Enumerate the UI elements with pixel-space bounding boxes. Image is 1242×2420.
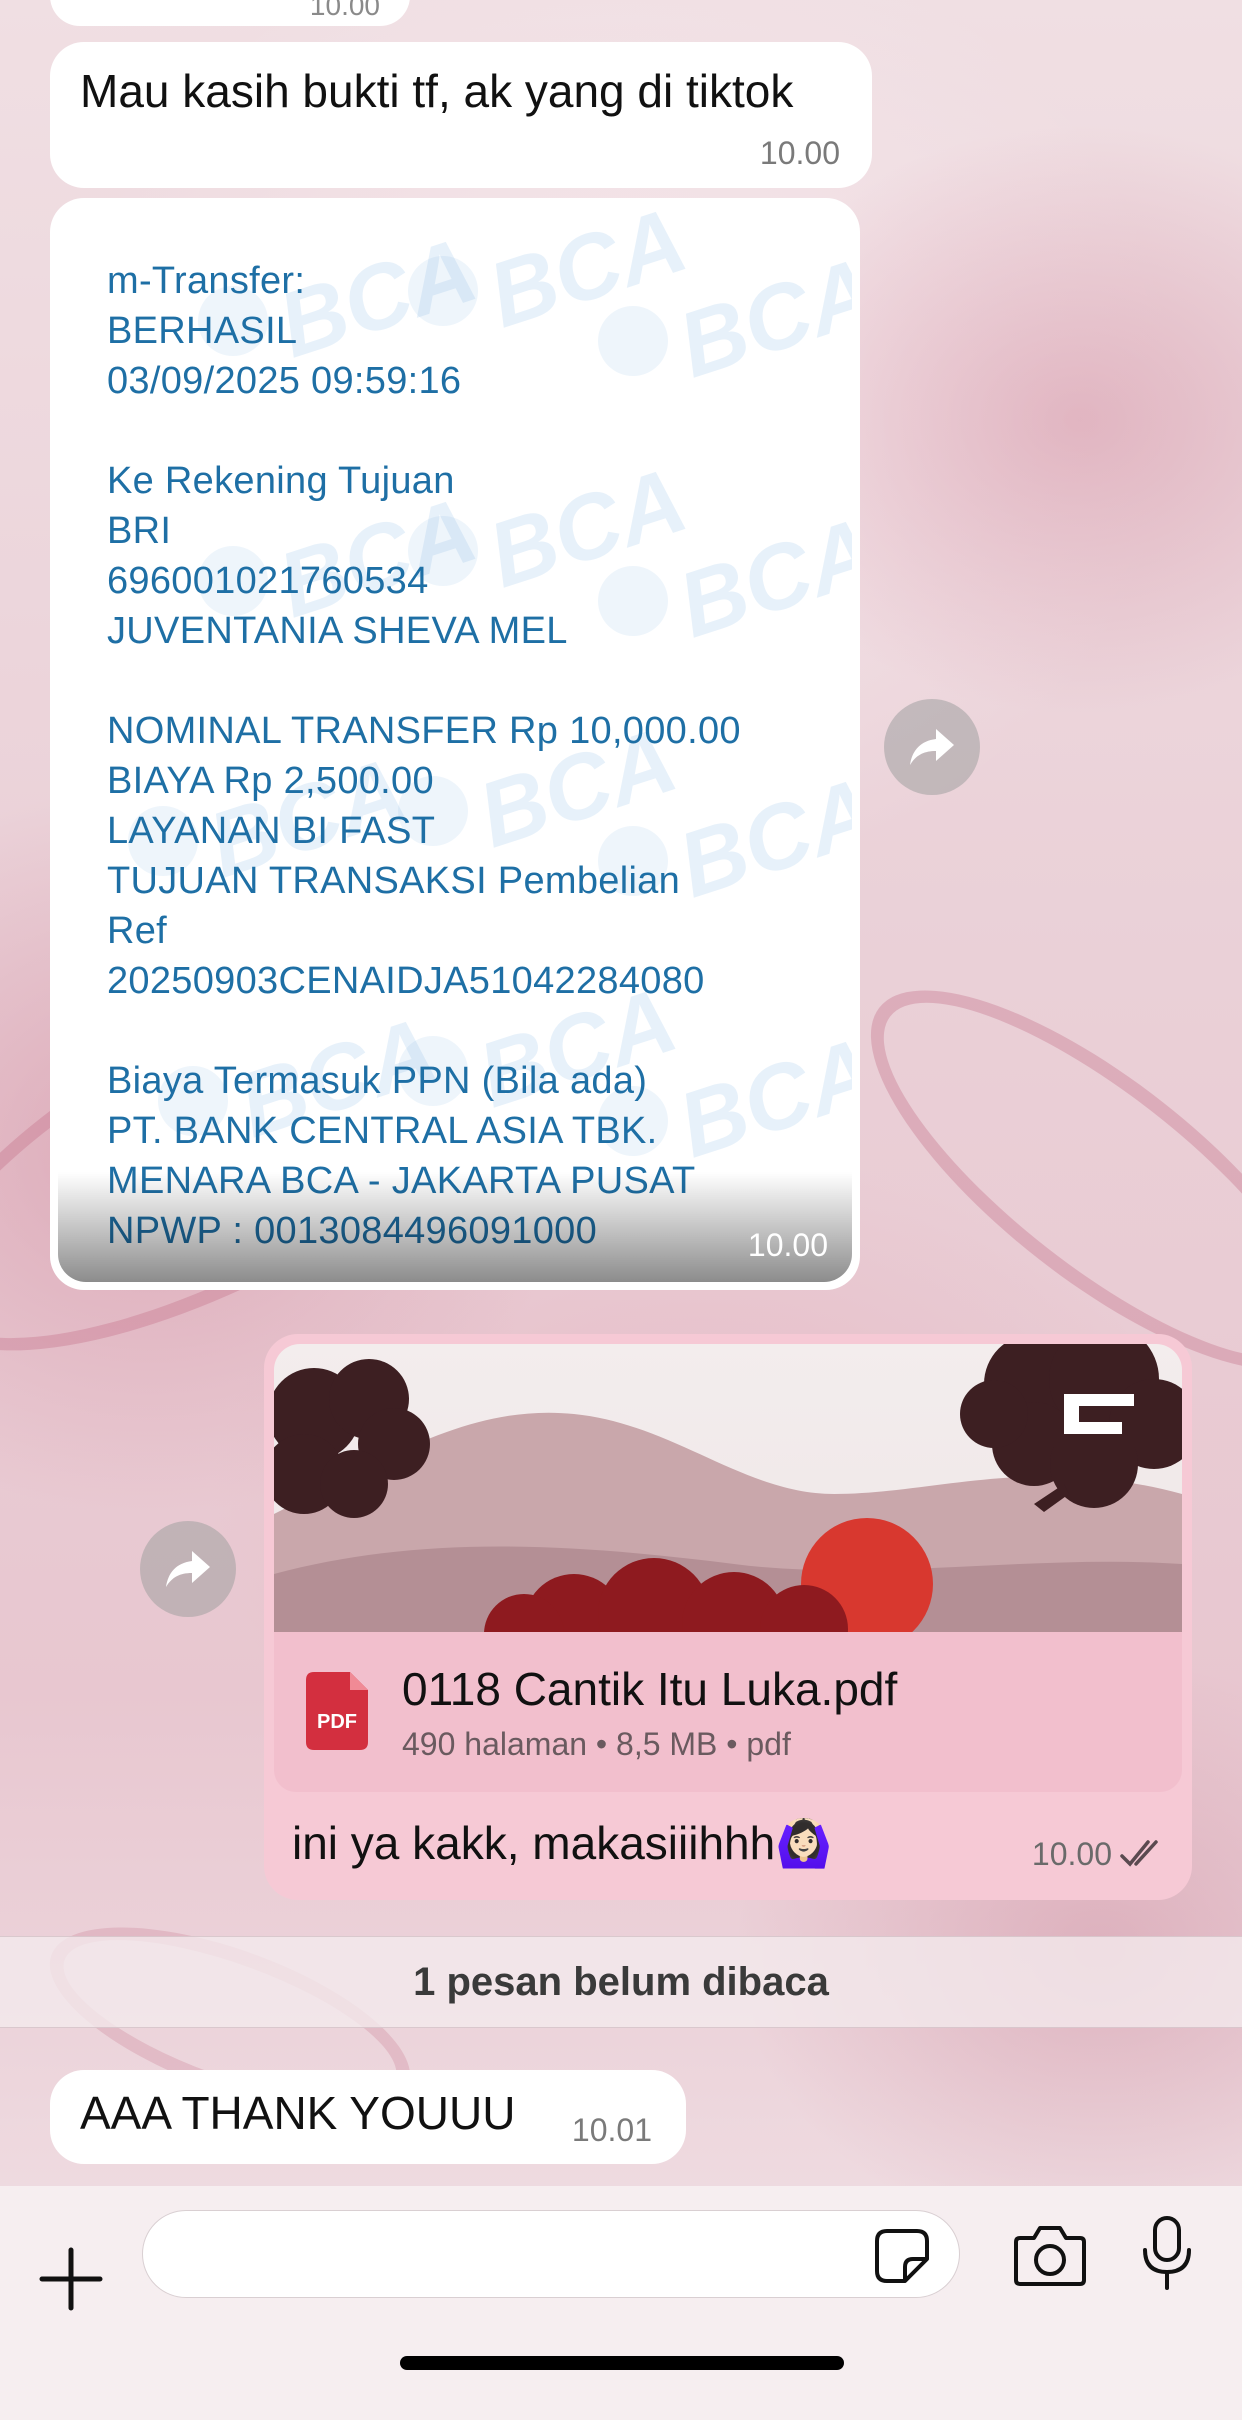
- forward-button[interactable]: [884, 699, 980, 795]
- incoming-message[interactable]: Mau kasih bukti tf, ak yang di tiktok 10…: [50, 42, 872, 188]
- receipt-line: BRI: [107, 510, 172, 552]
- receipt-line: 03/09/2025 09:59:16: [107, 360, 462, 402]
- receipt-line: BIAYA Rp 2,500.00: [107, 760, 434, 802]
- transfer-receipt-image[interactable]: BCA BCA BCA BCA BCA BCA BCA BCA BCA BCA BCA BCA m-T…: [58, 206, 852, 1282]
- receipt-line: PT. BANK CENTRAL ASIA TBK.: [107, 1110, 658, 1152]
- message-text: AAA THANK YOUUU: [80, 2087, 516, 2139]
- incoming-message[interactable]: AAA THANK YOUUU 10.01: [50, 2070, 686, 2164]
- message-time: 10.00: [309, 0, 380, 21]
- unread-messages-divider: 1 pesan belum dibaca: [0, 1936, 1242, 2028]
- forward-button[interactable]: [140, 1521, 236, 1617]
- sticker-icon[interactable]: [873, 2227, 931, 2285]
- receipt-line: BERHASIL: [107, 310, 298, 352]
- double-check-icon: [1120, 1840, 1158, 1867]
- previous-message-bubble[interactable]: 10.00: [50, 0, 410, 26]
- plus-icon[interactable]: [36, 2244, 106, 2314]
- receipt-line: 20250903CENAIDJA51042284080: [107, 960, 705, 1002]
- svg-text:PDF: PDF: [317, 1711, 357, 1733]
- message-time: 10.00: [759, 135, 840, 171]
- receipt-line: 696001021760534: [107, 560, 429, 602]
- book-cover-art: [274, 1344, 1182, 1632]
- receipt-spacer: [107, 406, 741, 456]
- unread-label: 1 pesan belum dibaca: [413, 1959, 829, 2004]
- receipt-line: Biaya Termasuk PPN (Bila ada): [107, 1060, 648, 1102]
- receipt-spacer: [107, 656, 741, 706]
- receipt-line: JUVENTANIA SHEVA MEL: [107, 610, 568, 652]
- pdf-file-name: 0118 Cantik Itu Luka.pdf: [402, 1663, 898, 1715]
- pdf-file-info[interactable]: PDF 0118 Cantik Itu Luka.pdf 490 halaman…: [274, 1632, 1182, 1792]
- receipt-line: TUJUAN TRANSAKSI Pembelian: [107, 860, 681, 902]
- message-time: 10.00: [1031, 1836, 1112, 1872]
- pdf-cover-thumbnail[interactable]: [274, 1344, 1182, 1632]
- camera-icon[interactable]: [1014, 2224, 1086, 2286]
- message-time: 10.01: [571, 2112, 652, 2148]
- microphone-icon[interactable]: [1140, 2216, 1194, 2292]
- message-input[interactable]: [142, 2210, 960, 2298]
- receipt-spacer: [107, 1006, 741, 1056]
- home-indicator[interactable]: [400, 2356, 844, 2370]
- receipt-line: LAYANAN BI FAST: [107, 810, 436, 852]
- message-composer: [0, 2186, 1242, 2420]
- receipt-line: Ke Rekening Tujuan: [107, 460, 455, 502]
- pdf-file-icon: PDF: [306, 1672, 368, 1750]
- incoming-image-message[interactable]: BCA BCA BCA BCA BCA BCA BCA BCA BCA BCA BCA BCA m-T…: [50, 198, 860, 1290]
- receipt-line: Ref: [107, 910, 168, 952]
- message-caption: ini ya kakk, makasiiihhh🙆🏻‍♀️: [292, 1817, 833, 1869]
- forward-icon: [166, 1551, 210, 1587]
- outgoing-document-message[interactable]: PDF 0118 Cantik Itu Luka.pdf 490 halaman…: [264, 1334, 1192, 1900]
- message-text: Mau kasih bukti tf, ak yang di tiktok: [80, 65, 794, 117]
- receipt-line: NOMINAL TRANSFER Rp 10,000.00: [107, 710, 741, 752]
- pdf-file-meta: 490 halaman • 8,5 MB • pdf: [402, 1726, 791, 1762]
- receipt-text: m-Transfer: BERHASIL 03/09/2025 09:59:16 Ke…: [107, 256, 741, 1256]
- forward-icon: [910, 729, 954, 765]
- receipt-line: m-Transfer:: [107, 260, 306, 302]
- message-time: 10.00: [747, 1227, 828, 1263]
- image-shade: [58, 1172, 852, 1282]
